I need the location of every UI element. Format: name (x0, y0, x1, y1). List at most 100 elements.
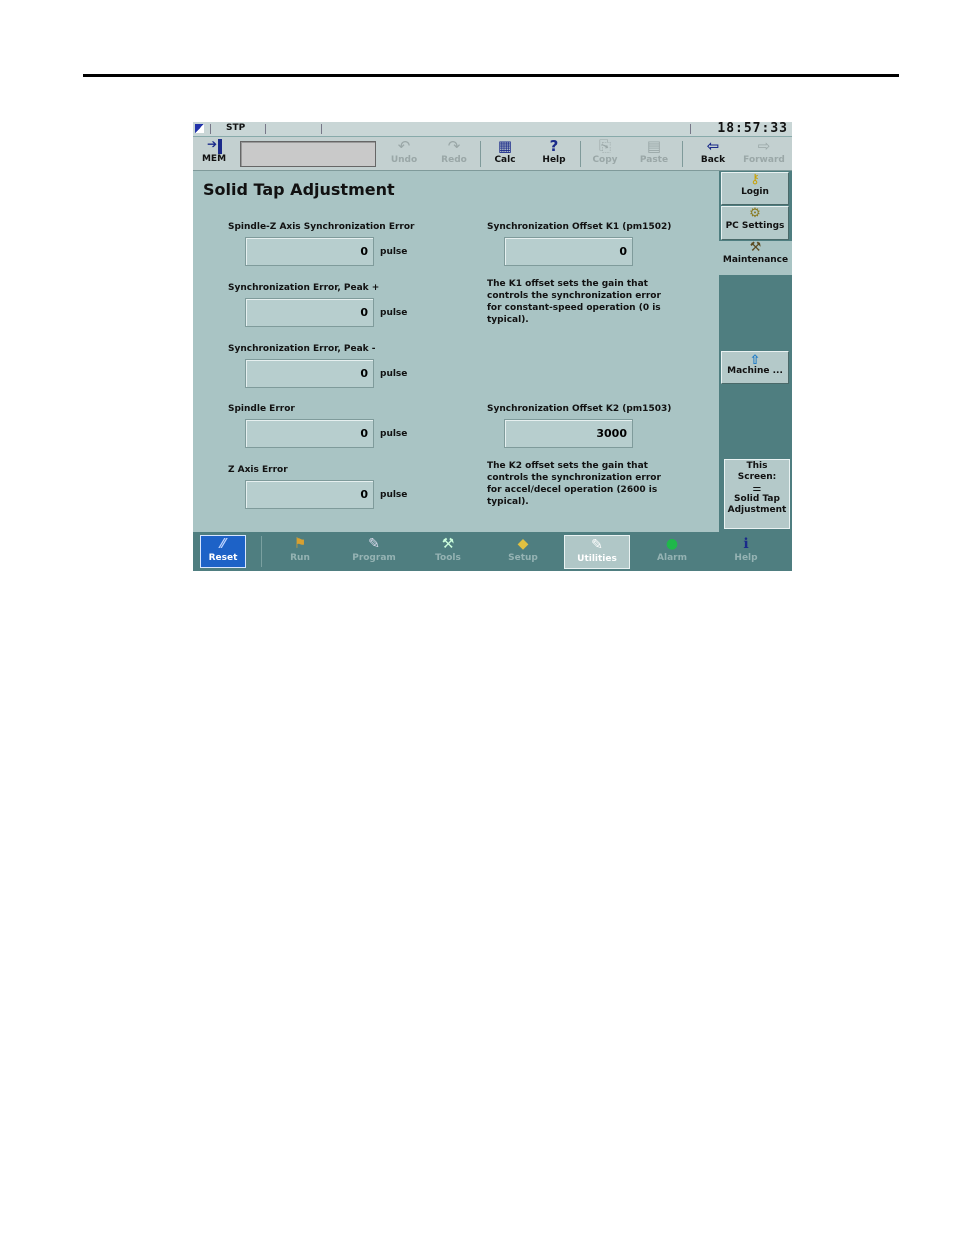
maintenance-tab[interactable]: ⚒ Maintenance (719, 241, 792, 275)
page-header-rule (83, 74, 899, 77)
calc-label: Calc (494, 155, 516, 165)
nav-program[interactable]: ✎ Program (341, 535, 407, 569)
paste-label: Paste (639, 155, 669, 165)
mem-button[interactable]: MEM (197, 137, 231, 168)
offset-k1-description: The K1 offset sets the gain that control… (487, 279, 661, 325)
info-icon: ℹ (743, 536, 749, 552)
copy-button[interactable]: ⎘ Copy (583, 138, 627, 169)
nav-separator (261, 536, 262, 567)
field-label-offset-k1: Synchronization Offset K1 (pm1502) (487, 222, 672, 232)
back-arrow-icon: ⇦ (706, 137, 720, 155)
nav-alarm[interactable]: ● Alarm (639, 535, 705, 569)
calculator-icon: ▦ (497, 137, 513, 155)
mem-label: MEM (201, 154, 227, 164)
this-screen-line: This (746, 461, 768, 471)
nav-tools[interactable]: ⚒ Tools (415, 535, 481, 569)
bottom-nav: ⁄⁄ Reset ⚑ Run ✎ Program ⚒ Tools ◆ Setup… (193, 532, 792, 571)
this-screen-line: Solid Tap (734, 494, 780, 504)
maintenance-icon: ⚒ (749, 240, 762, 255)
offset-k1-input[interactable]: 0 (504, 237, 633, 266)
nav-utilities-label: Utilities (577, 554, 617, 564)
up-arrow-icon: ⇧ (749, 353, 761, 368)
tools-icon: ⚒ (441, 536, 455, 552)
machine-label: Machine ... (727, 366, 783, 376)
toolbar-separator (480, 141, 481, 167)
corner-logo-icon (195, 124, 204, 133)
peak-minus-value: 0 (245, 359, 374, 388)
status-separator (321, 124, 322, 134)
toolbar-separator (682, 141, 683, 167)
field-label-peak-plus: Synchronization Error, Peak + (228, 283, 380, 293)
paste-icon: ▤ (646, 137, 662, 155)
help-button[interactable]: ? Help (532, 138, 576, 169)
login-button[interactable]: ⚷ Login (721, 172, 789, 205)
nav-alarm-label: Alarm (657, 553, 687, 563)
peak-minus-unit: pulse (380, 369, 408, 379)
status-bar: STP 18:57:33 (193, 122, 792, 137)
nav-help[interactable]: ℹ Help (713, 535, 779, 569)
reset-label: Reset (208, 553, 238, 563)
nav-utilities[interactable]: ✎ Utilities (564, 535, 630, 569)
undo-label: Undo (390, 155, 418, 165)
forward-arrow-icon: ⇨ (757, 137, 771, 155)
status-separator (265, 124, 266, 134)
undo-button[interactable]: ↶ Undo (382, 138, 426, 169)
toolbar-separator (580, 141, 581, 167)
sync-error-unit: pulse (380, 247, 408, 257)
pc-settings-label: PC Settings (725, 221, 785, 231)
back-button[interactable]: ⇦ Back (691, 138, 735, 169)
this-screen-line: Adjustment (727, 505, 787, 515)
login-label: Login (741, 187, 769, 197)
field-label-sync-error: Spindle-Z Axis Synchronization Error (228, 222, 415, 232)
nav-run-label: Run (290, 553, 310, 563)
nav-program-label: Program (352, 553, 396, 563)
copy-label: Copy (592, 155, 618, 165)
field-label-peak-minus: Synchronization Error, Peak - (228, 344, 376, 354)
key-icon: ⚷ (750, 172, 760, 187)
back-label: Back (700, 155, 726, 165)
calc-button[interactable]: ▦ Calc (483, 138, 527, 169)
peak-plus-unit: pulse (380, 308, 408, 318)
mem-icon (206, 137, 222, 154)
machine-button[interactable]: ⇧ Machine ... (721, 351, 789, 384)
nav-tools-label: Tools (435, 553, 461, 563)
z-axis-error-unit: pulse (380, 490, 408, 500)
machine-mode: STP (226, 123, 246, 133)
help-pointer-icon: ? (549, 137, 559, 155)
offset-k2-description: The K2 offset sets the gain that control… (487, 461, 661, 507)
nav-run[interactable]: ⚑ Run (267, 535, 333, 569)
gear-icon: ⚙ (749, 206, 761, 221)
offset-k2-input[interactable]: 3000 (504, 419, 633, 448)
field-label-z-axis-error: Z Axis Error (228, 465, 288, 475)
reset-icon: ⁄⁄ (220, 537, 226, 552)
spindle-error-value: 0 (245, 419, 374, 448)
reset-button[interactable]: ⁄⁄ Reset (200, 535, 246, 568)
nav-help-label: Help (734, 553, 758, 563)
nav-setup[interactable]: ◆ Setup (490, 535, 556, 569)
nav-setup-label: Setup (508, 553, 538, 563)
field-label-offset-k2: Synchronization Offset K2 (pm1503) (487, 404, 672, 414)
pc-settings-button[interactable]: ⚙ PC Settings (721, 206, 789, 240)
maintenance-label: Maintenance (722, 255, 789, 265)
paste-button[interactable]: ▤ Paste (632, 138, 676, 169)
redo-icon: ↷ (447, 137, 461, 155)
status-separator (690, 124, 691, 134)
program-icon: ✎ (368, 536, 380, 552)
copy-icon: ⎘ (598, 137, 611, 155)
forward-button[interactable]: ⇨ Forward (742, 138, 786, 169)
toolbar: MEM ↶ Undo ↷ Redo ▦ Calc ? Help ⎘ Copy ▤… (193, 137, 792, 171)
command-input[interactable] (240, 141, 376, 167)
spindle-error-unit: pulse (380, 429, 408, 439)
forward-label: Forward (743, 155, 785, 165)
undo-icon: ↶ (397, 137, 411, 155)
help-label: Help (542, 155, 566, 165)
status-separator (210, 124, 211, 134)
peak-plus-value: 0 (245, 298, 374, 327)
run-icon: ⚑ (293, 536, 307, 552)
wrench-icon: ✎ (591, 537, 603, 553)
spring-icon: ⚌ (752, 483, 762, 494)
redo-button[interactable]: ↷ Redo (432, 138, 476, 169)
this-screen-indicator: This Screen: ⚌ Solid Tap Adjustment (724, 459, 790, 529)
alarm-light-icon: ● (665, 536, 679, 552)
field-label-spindle-error: Spindle Error (228, 404, 295, 414)
